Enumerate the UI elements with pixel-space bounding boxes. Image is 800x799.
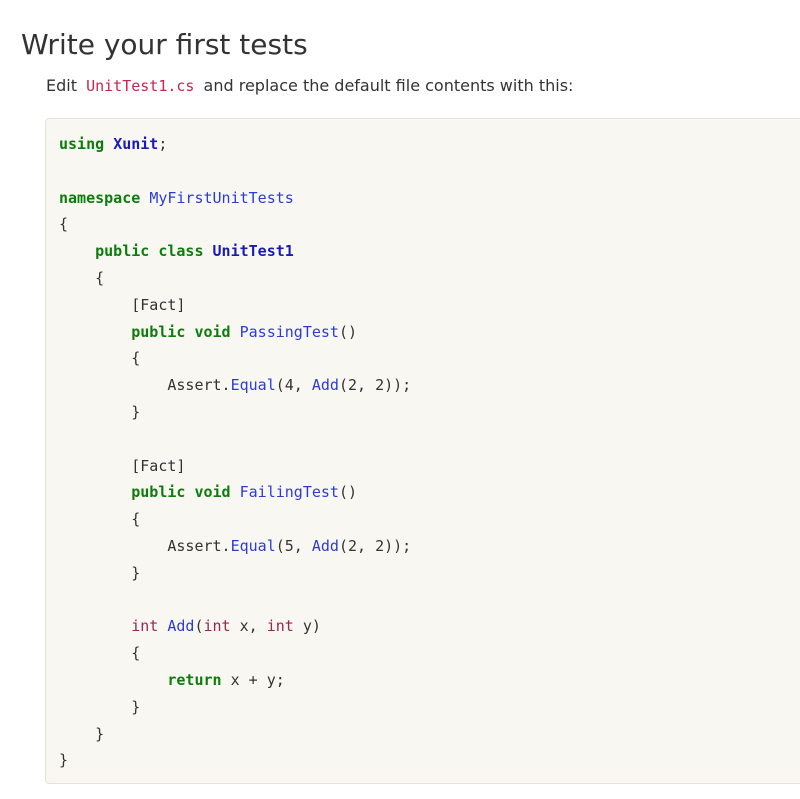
code-line: {: [59, 265, 800, 292]
code-token: y): [293, 617, 321, 636]
intro-text-before: Edit: [46, 76, 77, 95]
code-line: return x + y;: [59, 667, 800, 694]
code-line: {: [59, 211, 800, 238]
code-token: {: [59, 215, 69, 234]
code-token: (2, 2));: [338, 536, 412, 555]
code-token: void: [194, 483, 231, 502]
code-line: }: [59, 721, 800, 748]
section-heading: Write your first tests: [21, 28, 308, 61]
code-token: }: [59, 751, 69, 770]
code-token: return: [167, 670, 222, 689]
code-line: [Fact]: [59, 453, 800, 480]
code-line: }: [59, 747, 800, 774]
code-token: Assert.: [59, 536, 231, 555]
code-token: {: [59, 510, 141, 529]
code-token: Add: [311, 376, 339, 395]
code-line: }: [59, 399, 800, 426]
code-line: public void FailingTest(): [59, 479, 800, 506]
code-token: {: [59, 268, 105, 287]
code-line: public class UnitTest1: [59, 238, 800, 265]
code-line: int Add(int x, int y): [59, 613, 800, 640]
code-token: UnitTest1: [212, 242, 294, 261]
code-line: {: [59, 506, 800, 533]
code-token: public: [95, 242, 150, 261]
code-token: (4,: [275, 376, 312, 395]
code-token: Assert.: [59, 376, 231, 395]
code-line: namespace MyFirstUnitTests: [59, 185, 800, 212]
code-token: class: [158, 242, 204, 261]
code-token: FailingTest: [239, 483, 339, 502]
code-token: {: [59, 644, 141, 663]
code-token: x + y;: [221, 670, 285, 689]
code-token: using: [59, 135, 105, 153]
code-token: }: [59, 402, 141, 421]
code-token: x,: [230, 617, 267, 636]
code-token: Xunit: [113, 135, 159, 153]
code-line: }: [59, 560, 800, 587]
code-line: using Xunit;: [59, 131, 800, 158]
intro-paragraph: Edit UnitTest1.cs and replace the defaul…: [46, 72, 573, 100]
code-line: }: [59, 694, 800, 721]
code-line: public void PassingTest(): [59, 319, 800, 346]
code-token: int: [266, 617, 294, 636]
file-name-code: UnitTest1.cs: [86, 77, 195, 95]
code-token: ;: [158, 135, 168, 153]
code-token: int: [203, 617, 231, 636]
code-line: [Fact]: [59, 292, 800, 319]
code-line: Assert.Equal(4, Add(2, 2));: [59, 372, 800, 399]
code-token: public: [131, 483, 186, 502]
code-listing: using Xunit; namespace MyFirstUnitTests{ …: [59, 131, 800, 774]
code-token: (5,: [275, 536, 312, 555]
code-token: Add: [311, 536, 339, 555]
code-token: PassingTest: [239, 322, 339, 341]
code-line: {: [59, 640, 800, 667]
code-token: MyFirstUnitTests: [149, 188, 294, 207]
code-token: Equal: [230, 376, 276, 395]
code-token: public: [131, 322, 186, 341]
code-token: (: [194, 617, 204, 636]
code-token: (): [338, 483, 358, 502]
code-block: using Xunit; namespace MyFirstUnitTests{ …: [45, 118, 800, 784]
code-token: namespace: [59, 188, 141, 207]
code-token: Add: [167, 617, 195, 636]
code-token: int: [131, 617, 159, 636]
code-token: Equal: [230, 536, 276, 555]
code-token: }: [59, 697, 141, 716]
code-line: {: [59, 345, 800, 372]
code-token: }: [59, 563, 141, 582]
code-token: [Fact]: [59, 456, 186, 475]
code-token: void: [194, 322, 231, 341]
code-token: {: [59, 349, 141, 368]
code-token: [Fact]: [59, 295, 186, 314]
code-line: Assert.Equal(5, Add(2, 2));: [59, 533, 800, 560]
code-token: (): [338, 322, 358, 341]
code-token: }: [59, 724, 105, 743]
intro-text-after: and replace the default file contents wi…: [203, 76, 574, 95]
code-token: (2, 2));: [338, 376, 412, 395]
